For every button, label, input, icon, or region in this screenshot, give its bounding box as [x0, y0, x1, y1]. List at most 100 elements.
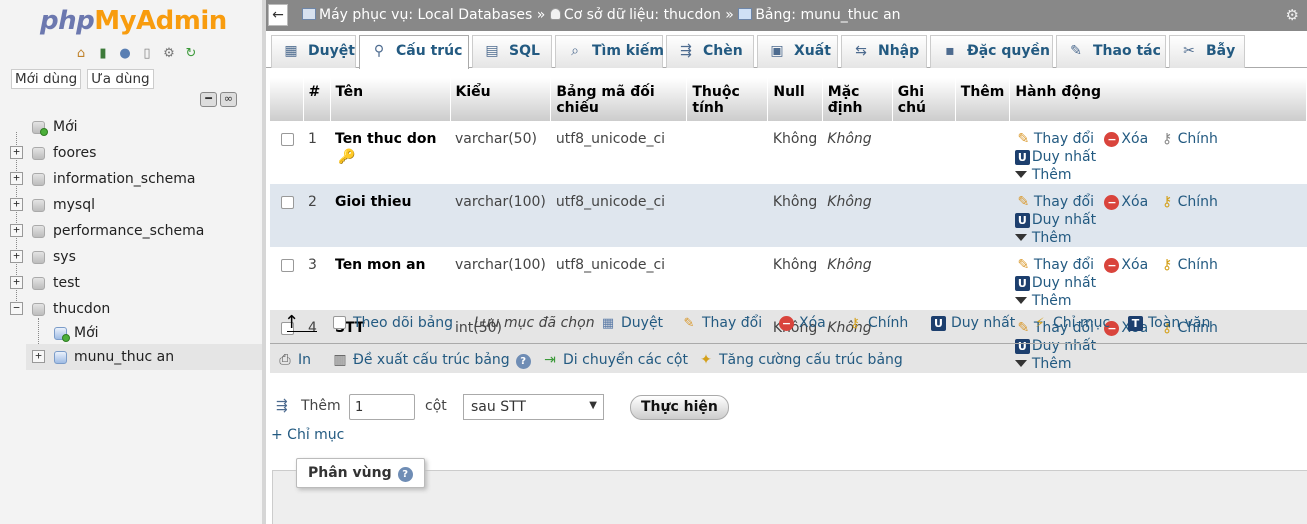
bulk-fulltext-button[interactable]: T Toàn văn: [1128, 315, 1210, 331]
improve-structure-link[interactable]: ✦ Tăng cường cấu trúc bảng: [697, 352, 903, 368]
column-count-input[interactable]: [349, 394, 415, 420]
favorite-tables-button[interactable]: Ưa dùng: [87, 69, 154, 89]
primary-link[interactable]: ⚷ Chính: [1159, 131, 1218, 147]
tree-item-sys[interactable]: + sys: [0, 244, 262, 270]
header-number[interactable]: #: [303, 78, 331, 121]
tree-item-test[interactable]: + test: [0, 270, 262, 296]
bulk-primary-button[interactable]: ⚷ Chính: [847, 315, 908, 331]
expand-icon[interactable]: +: [10, 146, 23, 159]
tab-search[interactable]: ⌕ Tìm kiếm: [555, 35, 664, 68]
toggle-nav-button[interactable]: ←: [268, 4, 288, 26]
expand-icon[interactable]: +: [10, 250, 23, 263]
tab-sql[interactable]: ▤ SQL: [472, 35, 552, 68]
tree-item-information-schema[interactable]: + information_schema: [0, 166, 262, 192]
link-with-main-icon[interactable]: ∞: [220, 92, 237, 107]
go-button[interactable]: Thực hiện: [630, 395, 729, 420]
tab-privileges[interactable]: ▪ Đặc quyền: [930, 35, 1053, 68]
row-checkbox[interactable]: [281, 196, 294, 209]
expand-icon[interactable]: +: [10, 198, 23, 211]
home-icon[interactable]: ⌂: [72, 44, 90, 62]
table-row[interactable]: 2 Gioi thieu varchar(100) utf8_unicode_c…: [270, 184, 1307, 247]
unique-link[interactable]: U Duy nhất: [1014, 149, 1096, 165]
tab-operations[interactable]: ✎ Thao tác: [1056, 35, 1166, 68]
breadcrumb-table[interactable]: Bảng: munu_thuc an: [755, 7, 900, 23]
expand-icon[interactable]: +: [10, 172, 23, 185]
browse-icon: ▦: [601, 316, 615, 331]
table-row[interactable]: 3 Ten mon an varchar(100) utf8_unicode_c…: [270, 247, 1307, 310]
settings-icon[interactable]: ⚙: [160, 44, 178, 62]
expand-icon[interactable]: +: [10, 224, 23, 237]
drop-link[interactable]: −Xóa: [1104, 131, 1148, 147]
tree-item-new[interactable]: Mới: [0, 114, 262, 140]
collapse-all-button[interactable]: ━: [200, 92, 217, 107]
tab-export[interactable]: ▣ Xuất: [757, 35, 838, 68]
row-checkbox[interactable]: [281, 259, 294, 272]
settings-gear-icon[interactable]: ⚙: [1286, 0, 1299, 31]
column-position-select[interactable]: sau STT ▼: [463, 394, 604, 420]
check-all-checkbox[interactable]: [333, 316, 346, 329]
phpmyadmin-logo[interactable]: phpMyAdmin: [40, 6, 227, 36]
bulk-browse-button[interactable]: ▦ Duyệt: [600, 315, 663, 331]
unique-link[interactable]: U Duy nhất: [1014, 275, 1096, 291]
delete-icon: −: [1104, 195, 1120, 210]
reload-icon[interactable]: ↻: [182, 44, 200, 62]
bulk-change-button[interactable]: ✎ Thay đổi: [681, 315, 763, 331]
drop-link[interactable]: −Xóa: [1104, 194, 1148, 210]
help-icon[interactable]: ?: [397, 467, 413, 482]
header-default[interactable]: Mặc định: [822, 78, 893, 121]
header-name[interactable]: Tên: [330, 78, 451, 121]
check-all[interactable]: Theo dõi bảng: [333, 315, 453, 331]
expand-icon[interactable]: +: [32, 350, 45, 363]
primary-link[interactable]: ⚷ Chính: [1159, 194, 1218, 210]
tab-triggers[interactable]: ✂ Bẫy: [1169, 35, 1245, 68]
unique-link[interactable]: U Duy nhất: [1014, 212, 1096, 228]
bulk-drop-button[interactable]: − Xóa: [779, 315, 826, 331]
primary-link[interactable]: ⚷ Chính: [1159, 257, 1218, 273]
docs-icon[interactable]: ▯: [138, 44, 156, 62]
breadcrumb-database[interactable]: Cơ sở dữ liệu: thucdon: [564, 7, 721, 23]
logout-icon[interactable]: ▮: [94, 44, 112, 62]
recent-tables-button[interactable]: Mới dùng: [11, 69, 82, 89]
row-checkbox[interactable]: [281, 133, 294, 146]
header-attributes[interactable]: Thuộc tính: [686, 78, 769, 121]
tree-item-foores[interactable]: + foores: [0, 140, 262, 166]
header-type[interactable]: Kiểu: [450, 78, 552, 121]
database-icon: [32, 277, 45, 290]
more-dropdown[interactable]: Thêm: [1014, 229, 1302, 247]
table-header-row: # Tên Kiểu Bảng mã đối chiếu Thuộc tính …: [270, 78, 1307, 121]
more-dropdown[interactable]: Thêm: [1014, 355, 1302, 373]
change-link[interactable]: ✎ Thay đổi: [1015, 194, 1094, 210]
tab-insert[interactable]: ⇶ Chèn: [666, 35, 754, 68]
tree-item-performance-schema[interactable]: + performance_schema: [0, 218, 262, 244]
tab-structure[interactable]: ⚲ Cấu trúc: [359, 35, 469, 69]
collapse-icon[interactable]: −: [10, 302, 23, 315]
expand-icon[interactable]: +: [10, 276, 23, 289]
propose-structure-link[interactable]: ▥ Đề xuất cấu trúc bảng?: [331, 352, 531, 369]
bulk-unique-button[interactable]: U Duy nhất: [931, 315, 1015, 331]
breadcrumb-server[interactable]: Máy phục vụ: Local Databases: [319, 7, 532, 23]
help-icon[interactable]: ?: [515, 354, 531, 369]
more-dropdown[interactable]: Thêm: [1014, 166, 1302, 184]
tree-item-thucdon[interactable]: − thucdon: [0, 296, 262, 322]
privileges-icon: ▪: [945, 43, 955, 59]
tree-item-new-table[interactable]: Mới: [0, 322, 262, 344]
change-link[interactable]: ✎ Thay đổi: [1015, 257, 1094, 273]
database-icon: [32, 199, 45, 212]
tab-browse[interactable]: ▦ Duyệt: [271, 35, 356, 68]
tree-item-munu-thuc-an[interactable]: + munu_thuc an: [26, 344, 262, 370]
print-link[interactable]: ⎙ In: [276, 352, 311, 368]
drop-link[interactable]: −Xóa: [1104, 257, 1148, 273]
panel-splitter[interactable]: [262, 0, 266, 524]
help-icon[interactable]: ●: [116, 44, 134, 62]
move-columns-link[interactable]: ⇥ Di chuyển các cột: [541, 352, 688, 368]
table-row[interactable]: 1 Ten thuc don🔑 varchar(50) utf8_unicode…: [270, 121, 1307, 184]
add-index-link[interactable]: + Chỉ mục: [271, 427, 344, 443]
header-null[interactable]: Null: [767, 78, 823, 121]
header-extra[interactable]: Thêm: [955, 78, 1011, 121]
header-collation[interactable]: Bảng mã đối chiếu: [550, 78, 688, 121]
bulk-index-button[interactable]: ⚡ Chỉ mục: [1032, 315, 1110, 331]
tab-import[interactable]: ⇆ Nhập: [841, 35, 927, 68]
tree-item-mysql[interactable]: + mysql: [0, 192, 262, 218]
header-comment[interactable]: Ghi chú: [892, 78, 956, 121]
change-link[interactable]: ✎ Thay đổi: [1015, 131, 1094, 147]
